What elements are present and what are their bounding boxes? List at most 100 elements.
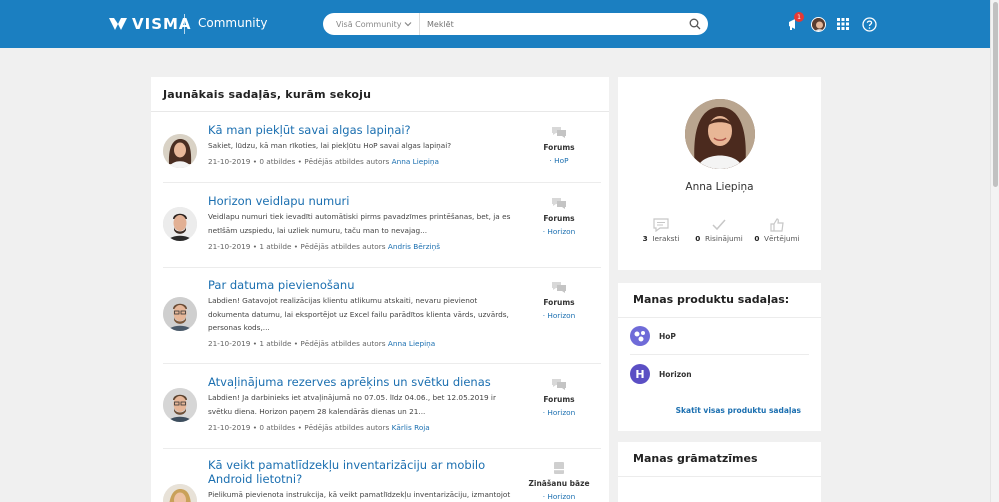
author-avatar[interactable] xyxy=(163,207,197,241)
page-scrollbar[interactable] xyxy=(990,0,999,502)
post-meta: 21-10-2019 • 1 atbilde • Pēdējās atbilde… xyxy=(208,242,440,251)
author-photo-icon xyxy=(163,207,197,241)
notifications-button[interactable]: 1 xyxy=(785,12,804,33)
chevron-down-icon xyxy=(404,22,412,27)
category-name: Forums xyxy=(543,143,575,152)
author-photo-icon xyxy=(163,297,197,331)
hop-logo-icon xyxy=(630,326,650,346)
stat-kudos[interactable]: 0 Vērtējumi xyxy=(742,218,812,243)
category-product-link[interactable]: · HoP xyxy=(523,156,595,165)
thumbs-up-icon xyxy=(770,218,784,232)
horizon-logo-letter: H xyxy=(635,367,645,381)
hop-glyph-icon xyxy=(634,331,645,342)
author-avatar[interactable] xyxy=(163,297,197,331)
stat-count: 0 xyxy=(695,234,701,243)
divider xyxy=(630,354,809,355)
header-divider xyxy=(184,14,185,34)
search-scope-select[interactable]: Visā Community xyxy=(323,13,420,35)
post-category: Zināšanu bāze · Horizon xyxy=(523,461,595,501)
last-reply-author-link[interactable]: Anna Liepiņa xyxy=(388,339,435,348)
last-reply-author-link[interactable]: Kārlis Roja xyxy=(392,423,430,432)
divider xyxy=(163,267,601,268)
product-item-hop[interactable]: HoP xyxy=(630,325,810,347)
forum-icon xyxy=(552,282,566,293)
profile-card: Anna Liepiņa 3 Ieraksti 0 Risinājumi 0 V… xyxy=(618,77,821,270)
author-avatar[interactable] xyxy=(163,484,197,502)
forum-icon xyxy=(552,198,566,209)
search-button[interactable] xyxy=(682,13,708,35)
post-category: Forums · HoP xyxy=(523,125,595,165)
bookmarks-heading: Manas grāmatzīmes xyxy=(633,452,758,465)
profile-name[interactable]: Anna Liepiņa xyxy=(618,181,821,193)
category-product-link[interactable]: · Horizon xyxy=(523,492,595,501)
profile-photo-icon xyxy=(685,99,755,169)
category-product-link[interactable]: · Horizon xyxy=(523,227,595,236)
product-item-horizon[interactable]: H Horizon xyxy=(630,363,810,385)
search-bar: Visā Community xyxy=(323,13,708,35)
post-excerpt: Pielikumā pievienota instrukcija, kā vei… xyxy=(208,490,511,499)
post-title-link[interactable]: Horizon veidlapu numuri xyxy=(208,194,528,208)
search-input[interactable] xyxy=(420,14,682,34)
post-excerpt: Sakiet, lūdzu, kā man rīkoties, lai piek… xyxy=(208,141,452,150)
scrollbar-thumb[interactable] xyxy=(993,2,998,187)
product-name: HoP xyxy=(659,331,676,341)
checkmark-icon xyxy=(712,219,726,231)
notification-badge: 1 xyxy=(794,12,804,22)
post-title-link[interactable]: Par datuma pievienošanu xyxy=(208,278,528,292)
divider xyxy=(618,317,821,318)
apps-menu-button[interactable] xyxy=(834,15,852,33)
author-avatar[interactable] xyxy=(163,388,197,422)
divider xyxy=(163,448,601,449)
brand-name: VISMA xyxy=(132,15,192,33)
last-reply-author-link[interactable]: Andris Bērziņš xyxy=(388,242,440,251)
stat-label: Vērtējumi xyxy=(764,234,800,243)
post-meta-text: 21-10-2019 • 1 atbilde • Pēdējās atbilde… xyxy=(208,242,388,251)
avatar xyxy=(810,16,826,32)
author-avatar[interactable] xyxy=(163,134,197,168)
header-actions: 1 xyxy=(785,12,885,35)
help-button[interactable] xyxy=(860,15,878,33)
post-meta-text: 21-10-2019 • 0 atbildes • Pēdējās atbild… xyxy=(208,157,392,166)
last-reply-author-link[interactable]: Anna Liepiņa xyxy=(392,157,439,166)
category-name: Zināšanu bāze xyxy=(528,479,590,488)
profile-stats: 3 Ieraksti 0 Risinājumi 0 Vērtējumi xyxy=(618,218,821,248)
followed-feed-panel: Jaunākais sadaļās, kurām sekoju Kā man p… xyxy=(151,77,609,502)
post-title-link[interactable]: Atvaļinājuma rezerves aprēķins un svētku… xyxy=(208,375,528,389)
post-excerpt: Veidlapu numuri tiek ievadīti automātisk… xyxy=(208,212,511,235)
divider xyxy=(151,111,609,112)
search-scope-value: Visā Community xyxy=(336,19,402,29)
category-product-link[interactable]: · Horizon xyxy=(523,311,595,320)
author-photo-icon xyxy=(163,484,197,502)
forum-icon xyxy=(552,127,566,138)
post-meta: 21-10-2019 • 0 atbildes • Pēdējās atbild… xyxy=(208,157,439,166)
post-meta-text: 21-10-2019 • 0 atbildes • Pēdējās atbild… xyxy=(208,423,392,432)
stat-label: Ieraksti xyxy=(652,234,680,243)
top-bar: VISMA Community Visā Community 1 xyxy=(0,0,990,48)
app-grid-icon xyxy=(837,18,849,30)
post-category: Forums · Horizon xyxy=(523,280,595,320)
community-link[interactable]: Community xyxy=(198,16,267,30)
category-name: Forums xyxy=(543,214,575,223)
product-name: Horizon xyxy=(659,369,692,379)
category-name: Forums xyxy=(543,395,575,404)
profile-avatar[interactable] xyxy=(685,99,755,169)
user-menu-button[interactable] xyxy=(809,15,827,33)
stat-count: 3 xyxy=(642,234,648,243)
search-icon xyxy=(689,18,701,30)
post-category: Forums · Horizon xyxy=(523,377,595,417)
see-all-products-link[interactable]: Skatīt visas produktu sadaļas xyxy=(618,406,801,415)
visma-logo[interactable]: VISMA xyxy=(108,15,192,33)
post-title-link[interactable]: Kā veikt pamatlīdzekļu inventarizāciju a… xyxy=(208,458,528,486)
user-photo-icon xyxy=(811,17,825,31)
feed-title: Jaunākais sadaļās, kurām sekoju xyxy=(163,88,372,101)
help-icon xyxy=(861,16,877,32)
post-title-link[interactable]: Kā man piekļūt savai algas lapiņai? xyxy=(208,123,528,137)
category-name: Forums xyxy=(543,298,575,307)
knowledge-base-icon xyxy=(554,462,564,474)
visma-logo-icon xyxy=(109,18,127,30)
product-sections-heading: Manas produktu sadaļas: xyxy=(633,293,790,306)
post-meta: 21-10-2019 • 0 atbildes • Pēdējās atbild… xyxy=(208,423,430,432)
category-product-link[interactable]: · Horizon xyxy=(523,408,595,417)
divider xyxy=(163,182,601,183)
post-excerpt: Labdien! Gatavojot realizācijas klientu … xyxy=(208,296,509,332)
